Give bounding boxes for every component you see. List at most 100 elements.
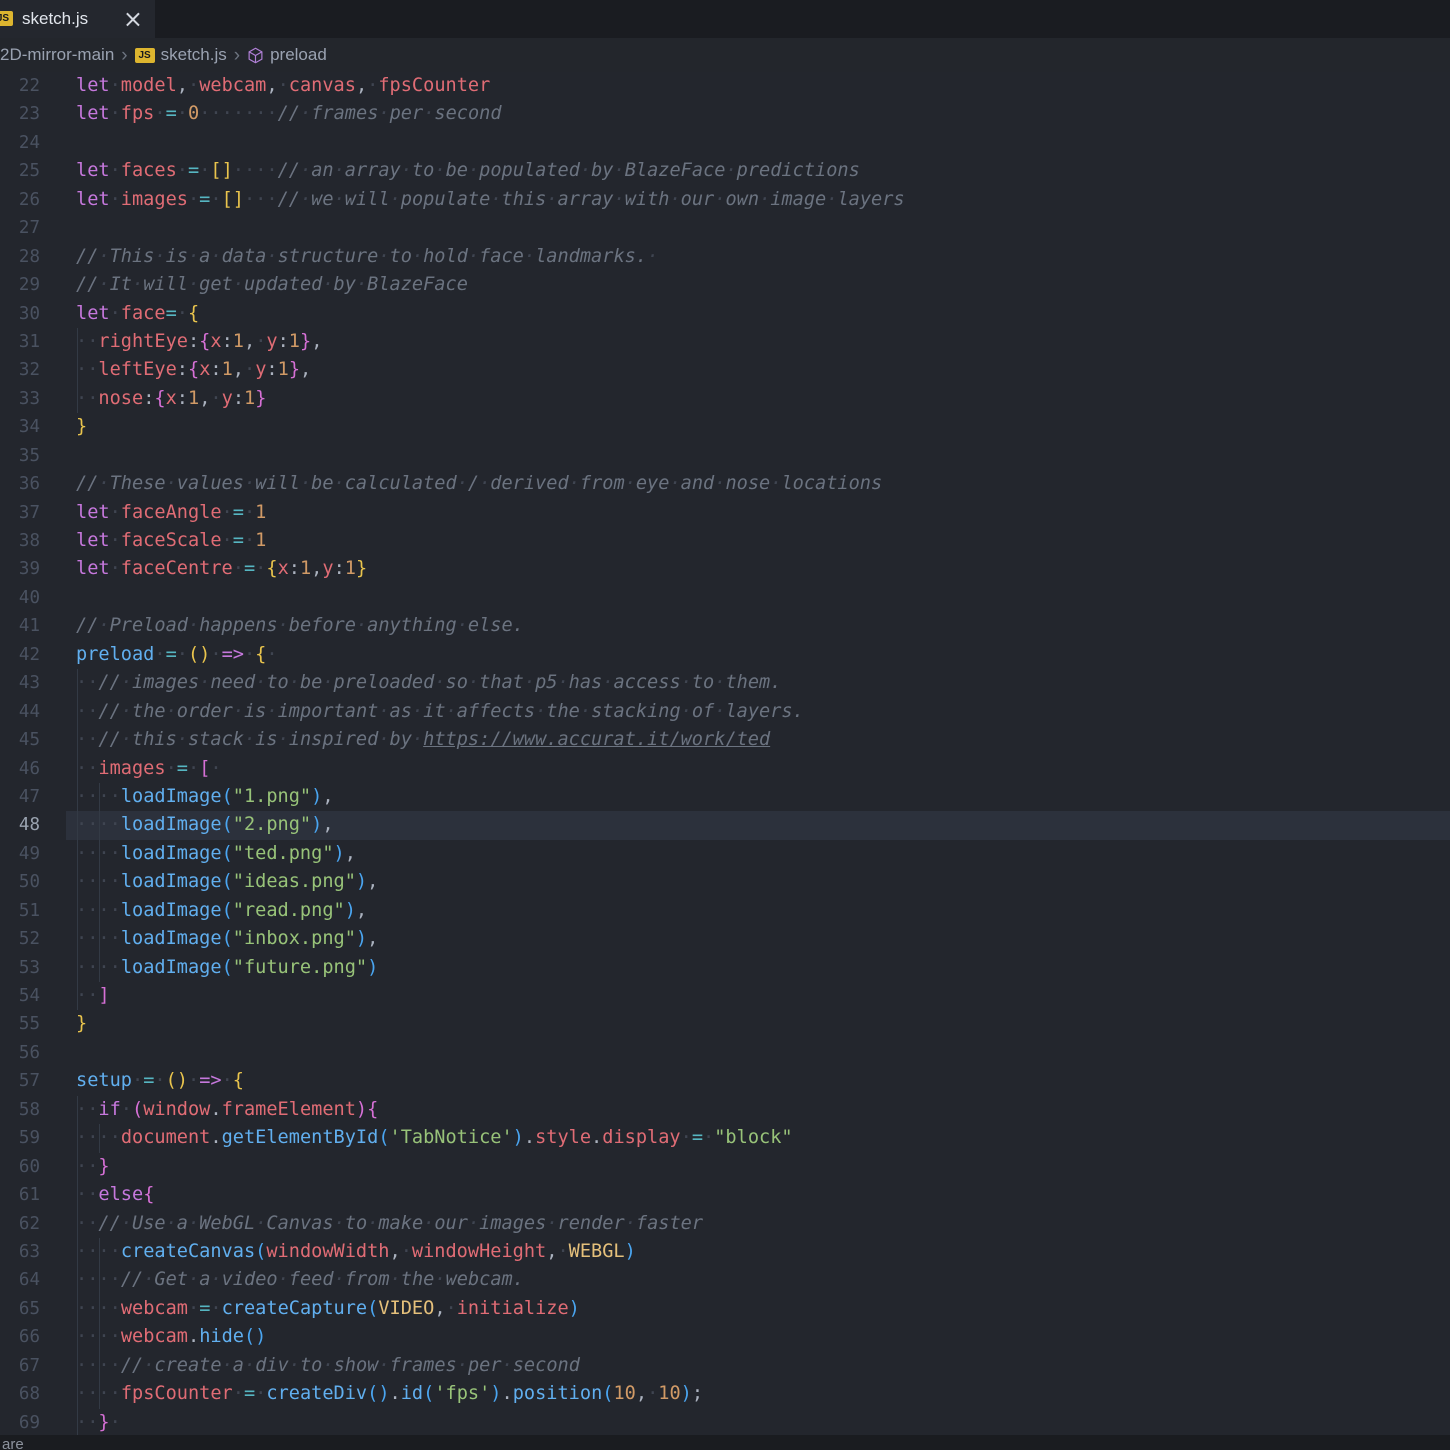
code-line-content[interactable]: ····loadImage("ted.png"),: [66, 840, 1450, 868]
line-number[interactable]: 37: [0, 499, 66, 527]
breadcrumb-folder[interactable]: 2D-mirror-main: [0, 45, 114, 65]
code-line-content[interactable]: [66, 584, 1450, 612]
line-number[interactable]: 55: [0, 1010, 66, 1038]
line-number[interactable]: 56: [0, 1039, 66, 1067]
code-line-content[interactable]: //·It·will·get·updated·by·BlazeFace: [66, 271, 1450, 299]
line-number[interactable]: 67: [0, 1352, 66, 1380]
line-number[interactable]: 51: [0, 897, 66, 925]
line-number[interactable]: 52: [0, 925, 66, 953]
code-line-content[interactable]: setup·=·()·=>·{: [66, 1067, 1450, 1095]
code-line-content[interactable]: ··rightEye:{x:1,·y:1},: [66, 328, 1450, 356]
line-number[interactable]: 65: [0, 1295, 66, 1323]
code-line-content[interactable]: ··//·Use·a·WebGL·Canvas·to·make·our·imag…: [66, 1210, 1450, 1238]
line-number[interactable]: 25: [0, 157, 66, 185]
line-number[interactable]: 63: [0, 1238, 66, 1266]
code-line-content[interactable]: ····loadImage("1.png"),: [66, 783, 1450, 811]
code-line-content[interactable]: ····fpsCounter·=·createDiv().id('fps').p…: [66, 1380, 1450, 1408]
code-line-content[interactable]: ··//·the·order·is·important·as·it·affect…: [66, 698, 1450, 726]
line-number[interactable]: 60: [0, 1153, 66, 1181]
line-number[interactable]: 57: [0, 1067, 66, 1095]
code-line-content[interactable]: [66, 129, 1450, 157]
line-number[interactable]: 46: [0, 755, 66, 783]
code-line-content[interactable]: }: [66, 413, 1450, 441]
code-line-content[interactable]: ····loadImage("inbox.png"),: [66, 925, 1450, 953]
line-number[interactable]: 22: [0, 72, 66, 100]
line-number[interactable]: 54: [0, 982, 66, 1010]
code-line-content[interactable]: ····loadImage("read.png"),: [66, 897, 1450, 925]
line-number[interactable]: 40: [0, 584, 66, 612]
line-number[interactable]: 53: [0, 954, 66, 982]
code-line-content[interactable]: let·faceScale·=·1: [66, 527, 1450, 555]
code-line-content[interactable]: ··images·=·[·: [66, 755, 1450, 783]
breadcrumb-file[interactable]: JS sketch.js: [135, 45, 227, 65]
code-line-content[interactable]: let·faces·=·[]····//·an·array·to·be·popu…: [66, 157, 1450, 185]
code-line-content[interactable]: [66, 214, 1450, 242]
line-number[interactable]: 33: [0, 385, 66, 413]
code-editor[interactable]: 22let·model,·webcam,·canvas,·fpsCounter2…: [0, 72, 1450, 1450]
line-number[interactable]: 28: [0, 243, 66, 271]
code-line-content[interactable]: [66, 1039, 1450, 1067]
line-number[interactable]: 36: [0, 470, 66, 498]
code-line-content[interactable]: let·model,·webcam,·canvas,·fpsCounter: [66, 72, 1450, 100]
line-number[interactable]: 62: [0, 1210, 66, 1238]
code-line-content[interactable]: let·faceAngle·=·1: [66, 499, 1450, 527]
line-number[interactable]: 59: [0, 1124, 66, 1152]
tab-sketch-js[interactable]: JS sketch.js ×: [0, 0, 155, 38]
code-line-content[interactable]: ··nose:{x:1,·y:1}: [66, 385, 1450, 413]
line-number[interactable]: 29: [0, 271, 66, 299]
line-number[interactable]: 48: [0, 811, 66, 839]
line-number[interactable]: 41: [0, 612, 66, 640]
code-line-content[interactable]: ··}·: [66, 1409, 1450, 1437]
line-number[interactable]: 61: [0, 1181, 66, 1209]
line-number[interactable]: 49: [0, 840, 66, 868]
code-line-content[interactable]: let·images·=·[]···//·we·will·populate·th…: [66, 186, 1450, 214]
code-line-content[interactable]: //·Preload·happens·before·anything·else.: [66, 612, 1450, 640]
line-number[interactable]: 35: [0, 442, 66, 470]
code-line-content[interactable]: ··//·images·need·to·be·preloaded·so·that…: [66, 669, 1450, 697]
code-line-content[interactable]: let·fps·=·0·······//·frames·per·second: [66, 100, 1450, 128]
code-line-content[interactable]: ····webcam.hide(): [66, 1323, 1450, 1351]
line-number[interactable]: 39: [0, 555, 66, 583]
line-number[interactable]: 47: [0, 783, 66, 811]
code-line-content[interactable]: //·This·is·a·data·structure·to·hold·face…: [66, 243, 1450, 271]
code-line-content[interactable]: ····loadImage("2.png"),: [66, 811, 1450, 839]
line-number[interactable]: 43: [0, 669, 66, 697]
code-line-content[interactable]: ····//·Get·a·video·feed·from·the·webcam.: [66, 1266, 1450, 1294]
code-line-content[interactable]: preload·=·()·=>·{·: [66, 641, 1450, 669]
code-line-content[interactable]: ··else{: [66, 1181, 1450, 1209]
line-number[interactable]: 26: [0, 186, 66, 214]
line-number[interactable]: 32: [0, 356, 66, 384]
line-number[interactable]: 34: [0, 413, 66, 441]
code-line-content[interactable]: ····document.getElementById('TabNotice')…: [66, 1124, 1450, 1152]
code-line-content[interactable]: ····createCanvas(windowWidth,·windowHeig…: [66, 1238, 1450, 1266]
code-line-content[interactable]: //·These·values·will·be·calculated·/·der…: [66, 470, 1450, 498]
close-tab-icon[interactable]: ×: [123, 7, 143, 31]
line-number[interactable]: 30: [0, 300, 66, 328]
line-number[interactable]: 42: [0, 641, 66, 669]
code-line-content[interactable]: ··if·(window.frameElement){: [66, 1096, 1450, 1124]
code-line-content[interactable]: ····webcam·=·createCapture(VIDEO,·initia…: [66, 1295, 1450, 1323]
line-number[interactable]: 44: [0, 698, 66, 726]
code-line-content[interactable]: ··//·this·stack·is·inspired·by·https://w…: [66, 726, 1450, 754]
code-line-content[interactable]: ··leftEye:{x:1,·y:1},: [66, 356, 1450, 384]
line-number[interactable]: 50: [0, 868, 66, 896]
code-line-content[interactable]: ··]: [66, 982, 1450, 1010]
line-number[interactable]: 23: [0, 100, 66, 128]
code-line-content[interactable]: ····//·create·a·div·to·show·frames·per·s…: [66, 1352, 1450, 1380]
line-number[interactable]: 68: [0, 1380, 66, 1408]
line-number[interactable]: 69: [0, 1409, 66, 1437]
code-line-content[interactable]: ····loadImage("ideas.png"),: [66, 868, 1450, 896]
code-line-content[interactable]: ··}: [66, 1153, 1450, 1181]
line-number[interactable]: 45: [0, 726, 66, 754]
line-number[interactable]: 27: [0, 214, 66, 242]
breadcrumb-symbol[interactable]: preload: [247, 45, 327, 65]
code-line-content[interactable]: let·face=·{: [66, 300, 1450, 328]
line-number[interactable]: 66: [0, 1323, 66, 1351]
code-line-content[interactable]: [66, 442, 1450, 470]
line-number[interactable]: 24: [0, 129, 66, 157]
line-number[interactable]: 58: [0, 1096, 66, 1124]
line-number[interactable]: 31: [0, 328, 66, 356]
line-number[interactable]: 64: [0, 1266, 66, 1294]
code-line-content[interactable]: let·faceCentre·=·{x:1,y:1}: [66, 555, 1450, 583]
code-line-content[interactable]: ····loadImage("future.png"): [66, 954, 1450, 982]
